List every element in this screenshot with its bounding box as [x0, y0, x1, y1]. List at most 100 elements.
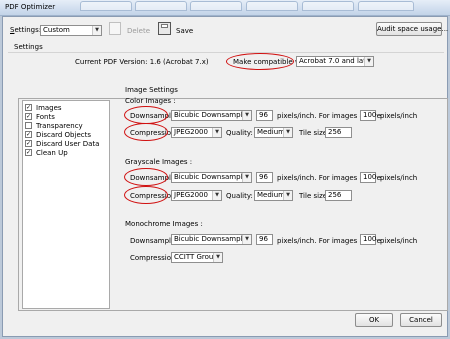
color-quality-select[interactable]: Medium ▼: [254, 127, 293, 138]
sidebar-item-label: Discard User Data: [36, 140, 100, 148]
chevron-down-icon: ▼: [242, 111, 251, 120]
grayscale-compression-select[interactable]: JPEG2000 ▼: [171, 190, 222, 201]
settings-label: Settings:: [10, 26, 42, 34]
sidebar-item-label: Images: [36, 104, 62, 112]
chevron-down-icon: ▼: [212, 191, 221, 200]
color-images-title: Color Images :: [125, 97, 176, 105]
color-compression-select[interactable]: JPEG2000 ▼: [171, 127, 222, 138]
grayscale-tile-value: 256: [328, 191, 342, 199]
highlight-oval: [226, 53, 294, 70]
grayscale-ppi-input[interactable]: 96: [256, 172, 273, 183]
current-pdf-version: Current PDF Version: 1.6 (Acrobat 7.x): [75, 58, 209, 66]
grayscale-above-unit: pixels/inch: [380, 174, 418, 182]
settings-preset-value: Custom: [43, 26, 70, 34]
checkbox[interactable]: [25, 122, 32, 129]
save-button[interactable]: Save: [176, 27, 193, 36]
audit-space-label: Audit space usage...: [377, 25, 449, 33]
monochrome-downsample-value: Bicubic Downsampling to: [174, 235, 252, 243]
sidebar-item-images[interactable]: ✓ Images: [25, 104, 62, 113]
color-downsample-value: Bicubic Downsampling to: [174, 111, 252, 119]
grayscale-quality-label: Quality:: [226, 192, 253, 200]
background-tab: [302, 1, 354, 11]
monochrome-downsample-select[interactable]: Bicubic Downsampling to▼: [171, 234, 252, 245]
color-downsample-select[interactable]: Bicubic Downsampling to▼: [171, 110, 252, 121]
sidebar-item-transparency[interactable]: Transparency: [25, 122, 83, 131]
grayscale-tile-input[interactable]: 256: [325, 190, 352, 201]
section-divider: [8, 52, 444, 53]
chevron-down-icon: ▼: [364, 57, 373, 66]
settings-label-text: ettings:: [14, 26, 42, 34]
compatibility-select[interactable]: Acrobat 7.0 and later ▼: [296, 56, 374, 67]
color-ppi-value: 96: [259, 111, 268, 119]
monochrome-above-unit: pixels/inch: [380, 237, 418, 245]
monochrome-images-title: Monochrome Images :: [125, 220, 203, 228]
grayscale-quality-select[interactable]: Medium ▼: [254, 190, 293, 201]
chevron-down-icon: ▼: [92, 26, 101, 35]
monochrome-ppi-input[interactable]: 96: [256, 234, 273, 245]
ok-button[interactable]: OK: [355, 313, 393, 327]
chevron-down-icon: ▼: [213, 253, 222, 262]
delete-button[interactable]: Delete: [127, 27, 150, 36]
background-tab: [246, 1, 298, 11]
sidebar-item-label: Fonts: [36, 113, 55, 121]
cancel-button[interactable]: Cancel: [400, 313, 442, 327]
grayscale-downsample-value: Bicubic Downsampling to: [174, 173, 252, 181]
ok-label: OK: [368, 316, 380, 324]
window-title: PDF Optimizer: [5, 3, 56, 11]
chevron-down-icon: ▼: [242, 173, 251, 182]
highlight-oval: [124, 106, 168, 124]
compatibility-value: Acrobat 7.0 and later: [299, 57, 374, 65]
monochrome-compression-select[interactable]: CCITT Group 4 ▼: [171, 252, 223, 263]
grayscale-downsample-select[interactable]: Bicubic Downsampling to▼: [171, 172, 252, 183]
color-above-input[interactable]: 100: [360, 110, 376, 121]
chevron-down-icon: ▼: [242, 235, 251, 244]
background-tab: [80, 1, 132, 11]
image-settings-header: Image Settings: [125, 86, 178, 94]
sidebar-item-discard-objects[interactable]: ✓ Discard Objects: [25, 131, 91, 140]
grayscale-above-value: 100: [363, 173, 377, 181]
sidebar-item-clean-up[interactable]: ✓ Clean Up: [25, 149, 68, 158]
monochrome-ppi-value: 96: [259, 235, 268, 243]
checkbox[interactable]: ✓: [25, 104, 32, 111]
checkbox[interactable]: ✓: [25, 113, 32, 120]
checkbox[interactable]: ✓: [25, 149, 32, 156]
settings-preset-select[interactable]: Custom ▼: [40, 25, 102, 36]
cancel-label: Cancel: [409, 316, 433, 324]
chevron-down-icon: ▼: [212, 128, 221, 137]
color-tile-value: 256: [328, 128, 342, 136]
highlight-oval: [124, 186, 168, 204]
color-tile-input[interactable]: 256: [325, 127, 352, 138]
highlight-oval: [124, 123, 168, 141]
checkbox[interactable]: ✓: [25, 140, 32, 147]
grayscale-above-input[interactable]: 100: [360, 172, 376, 183]
color-quality-value: Medium: [257, 128, 285, 136]
sidebar-item-label: Clean Up: [36, 149, 68, 157]
grayscale-images-title: Grayscale Images :: [125, 158, 193, 166]
monochrome-above-input[interactable]: 100: [360, 234, 376, 245]
audit-space-button[interactable]: Audit space usage...: [376, 22, 448, 36]
background-tab: [135, 1, 187, 11]
sidebar-item-label: Discard Objects: [36, 131, 91, 139]
background-tab: [190, 1, 242, 11]
grayscale-ppi-value: 96: [259, 173, 268, 181]
background-tab: [358, 1, 414, 11]
sidebar-item-discard-user-data[interactable]: ✓ Discard User Data: [25, 140, 99, 149]
delete-icon[interactable]: [109, 22, 121, 35]
grayscale-compression-value: JPEG2000: [174, 191, 208, 199]
chevron-down-icon: ▼: [283, 128, 292, 137]
color-above-value: 100: [363, 111, 377, 119]
color-above-unit: pixels/inch: [380, 112, 418, 120]
settings-section-header: Settings: [14, 43, 43, 51]
title-bar: PDF Optimizer: [0, 0, 450, 16]
color-ppi-input[interactable]: 96: [256, 110, 273, 121]
sidebar-item-fonts[interactable]: ✓ Fonts: [25, 113, 55, 122]
save-icon[interactable]: [158, 22, 171, 35]
color-compression-value: JPEG2000: [174, 128, 208, 136]
sidebar-list: ✓ Images ✓ Fonts Transparency ✓ Discard Obj…: [22, 100, 110, 309]
chevron-down-icon: ▼: [283, 191, 292, 200]
grayscale-quality-value: Medium: [257, 191, 285, 199]
color-quality-label: Quality:: [226, 129, 253, 137]
sidebar-item-label: Transparency: [36, 122, 83, 130]
highlight-oval: [124, 168, 168, 186]
checkbox[interactable]: ✓: [25, 131, 32, 138]
